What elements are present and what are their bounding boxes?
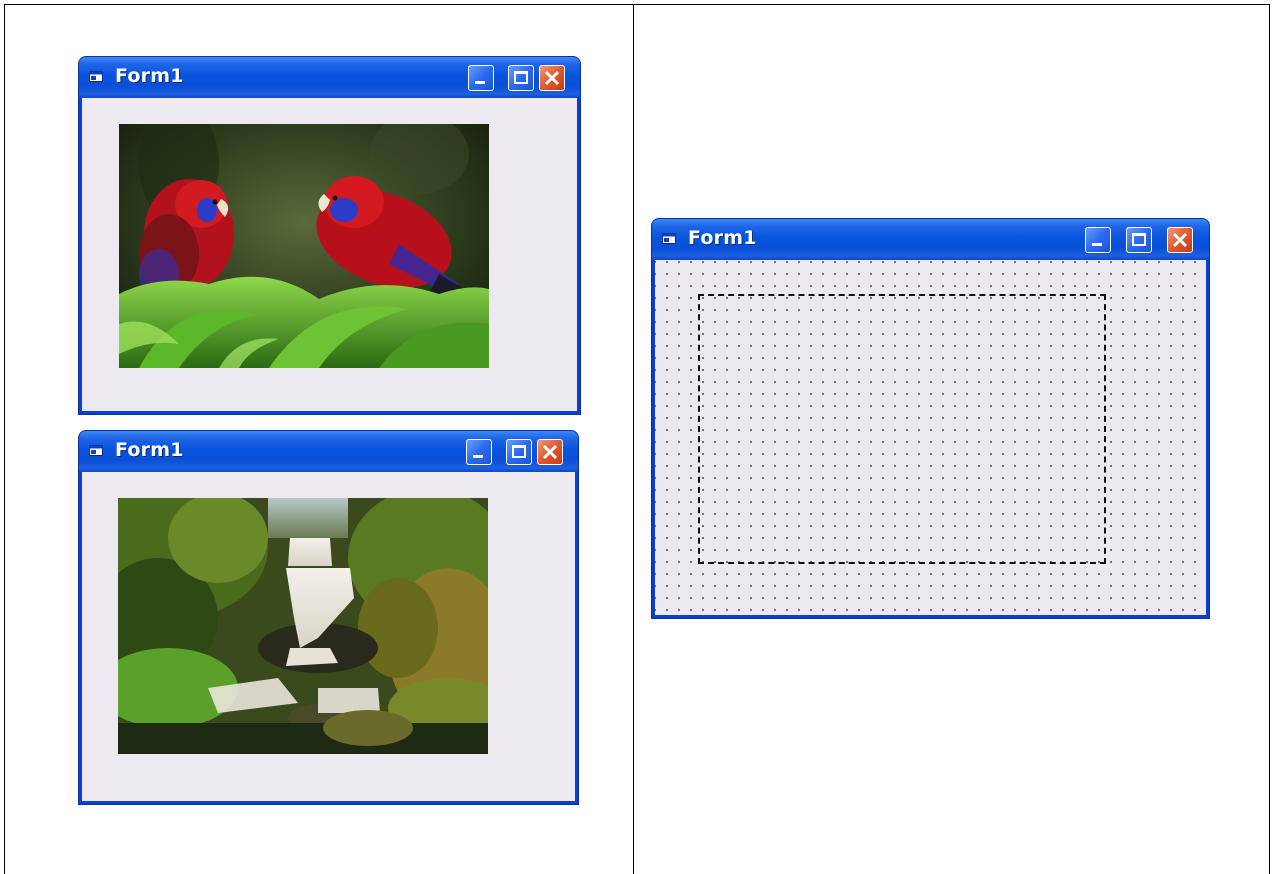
window-title: Form1 <box>688 227 757 249</box>
form-window-parrots[interactable]: Form1 <box>79 57 580 414</box>
close-icon <box>544 70 560 86</box>
maximize-icon <box>1132 233 1146 246</box>
maximize-button[interactable] <box>1126 227 1152 253</box>
title-bar[interactable]: Form1 <box>79 57 580 98</box>
form-icon <box>662 233 676 244</box>
title-bar[interactable]: Form1 <box>79 431 578 472</box>
window-title: Form1 <box>115 65 184 87</box>
maximize-button[interactable] <box>506 439 532 465</box>
form-icon <box>89 71 103 82</box>
table-column-divider <box>633 4 634 874</box>
form-design-surface[interactable] <box>655 260 1206 615</box>
close-button[interactable] <box>539 65 565 91</box>
window-title: Form1 <box>115 439 184 461</box>
minimize-icon <box>473 455 483 458</box>
close-button[interactable] <box>537 439 563 465</box>
parrots-image <box>119 124 489 368</box>
picturebox-placeholder[interactable] <box>698 294 1106 564</box>
minimize-button[interactable] <box>468 65 494 91</box>
close-button[interactable] <box>1167 227 1193 253</box>
minimize-button[interactable] <box>1085 227 1111 253</box>
minimize-icon <box>1092 243 1102 246</box>
form-window-waterfall[interactable]: Form1 <box>79 431 578 804</box>
close-icon <box>542 444 558 460</box>
maximize-icon <box>512 445 526 458</box>
form-client-area[interactable] <box>82 472 575 801</box>
maximize-icon <box>514 71 528 84</box>
form-client-area[interactable] <box>82 98 577 411</box>
title-bar[interactable]: Form1 <box>652 219 1209 260</box>
minimize-icon <box>475 81 485 84</box>
waterfall-image <box>118 498 488 754</box>
maximize-button[interactable] <box>508 65 534 91</box>
form-window-design[interactable]: Form1 <box>652 219 1209 618</box>
minimize-button[interactable] <box>466 439 492 465</box>
close-icon <box>1172 232 1188 248</box>
form-icon <box>89 445 103 456</box>
